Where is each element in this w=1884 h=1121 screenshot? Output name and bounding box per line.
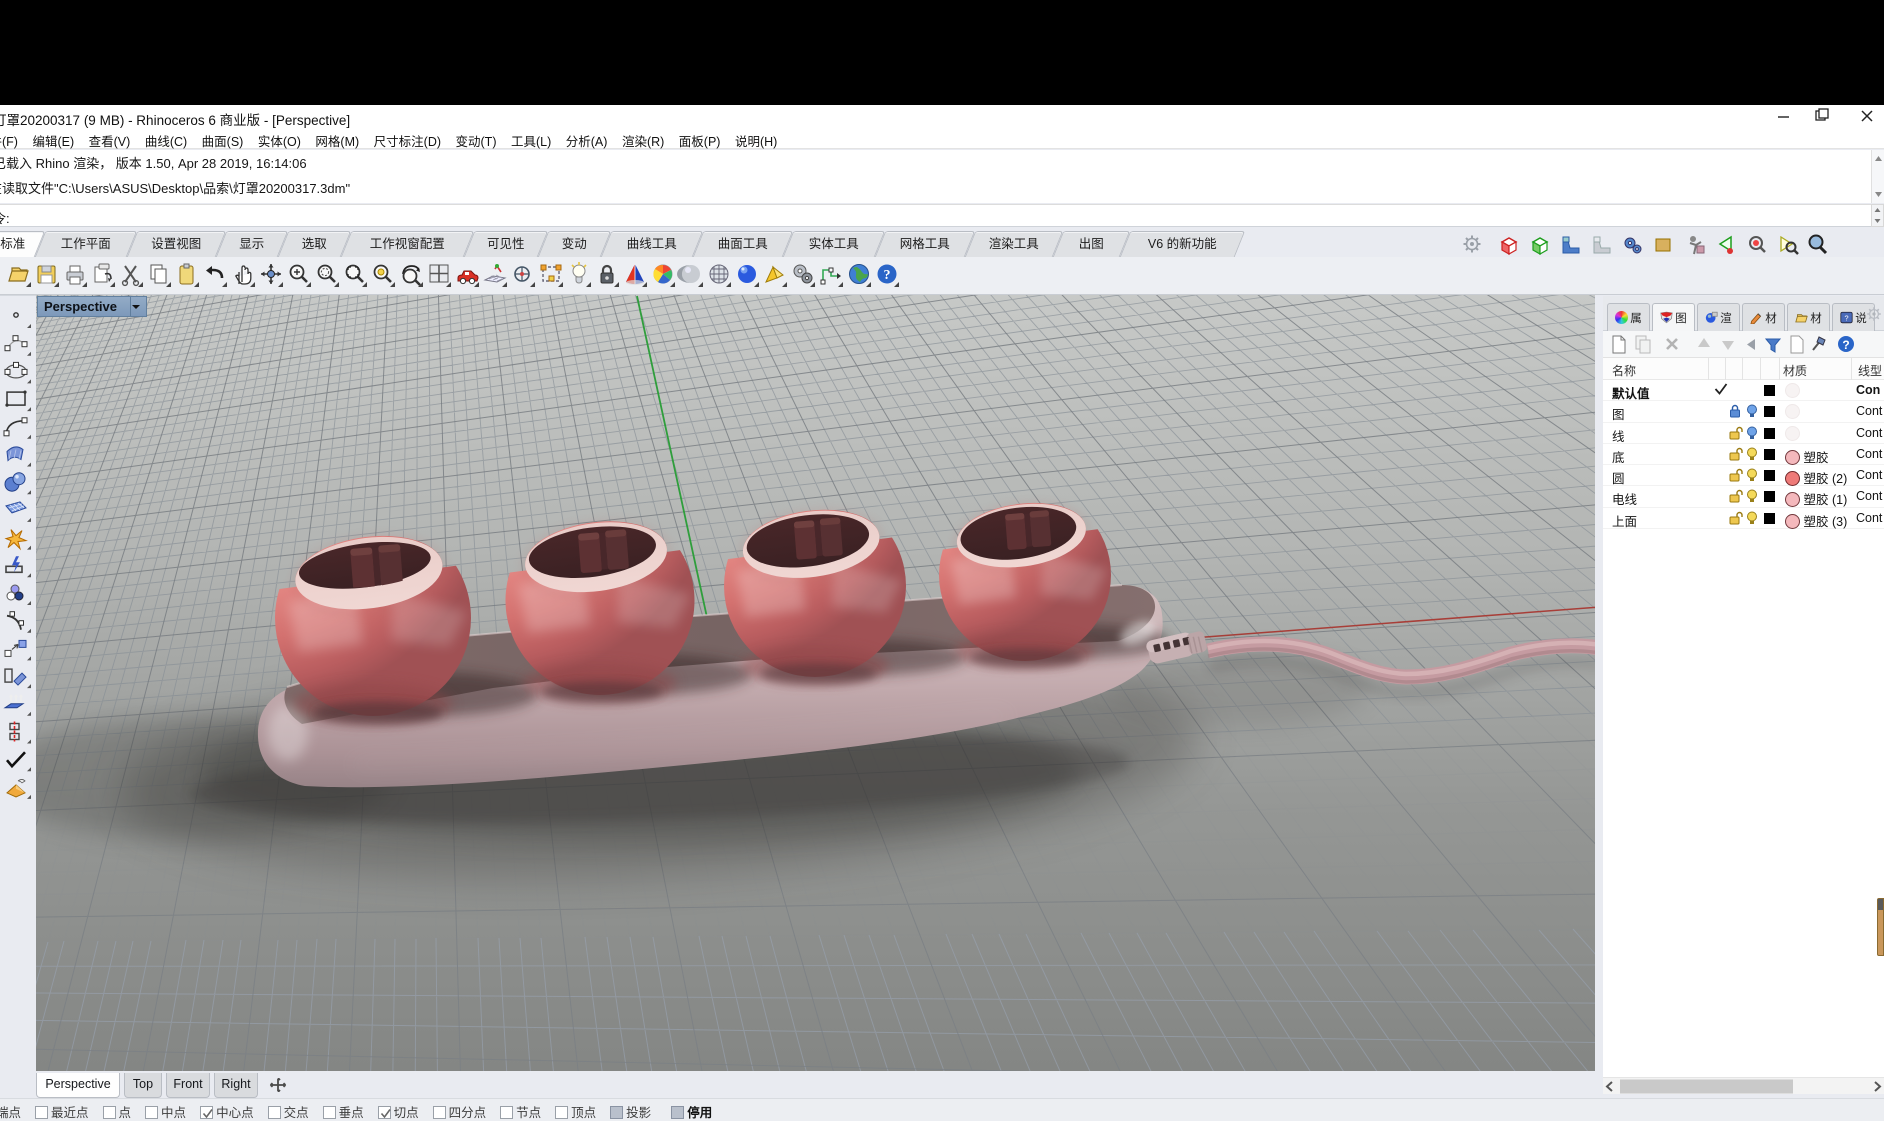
svg-text:?: ? [1845, 313, 1849, 322]
svg-text:?: ? [1842, 338, 1849, 352]
svg-text:?: ? [884, 268, 891, 283]
